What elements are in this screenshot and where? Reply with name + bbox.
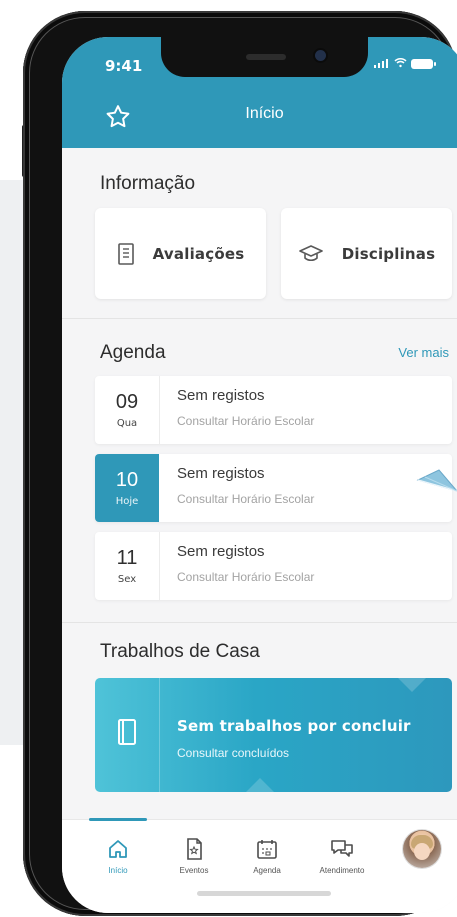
agenda-title: Agenda: [100, 342, 166, 363]
agenda-title-text: Sem registos: [177, 543, 265, 560]
homework-card-subtitle[interactable]: Consultar concluídos: [177, 746, 289, 760]
front-camera: [315, 50, 326, 61]
homework-icon-area: [95, 678, 160, 792]
status-time: 9:41: [105, 57, 143, 75]
status-icons: [374, 57, 436, 71]
phone-notch: [161, 37, 368, 77]
agenda-item[interactable]: 09 Qua Sem registos Consultar Horário Es…: [95, 376, 452, 444]
section-divider: [62, 318, 457, 319]
wifi-icon: [394, 57, 407, 71]
decorative-triangle: [398, 678, 426, 692]
information-title: Informação: [100, 173, 196, 194]
homework-card[interactable]: Sem trabalhos por concluir Consultar con…: [95, 678, 452, 792]
homework-card-title: Sem trabalhos por concluir: [177, 717, 411, 735]
agenda-item-today[interactable]: 10 Hoje Sem registos Consultar Horário E…: [95, 454, 452, 522]
chat-icon: [307, 837, 377, 861]
subjects-card[interactable]: Disciplinas: [281, 208, 452, 299]
agenda-date: 11 Sex: [95, 532, 160, 600]
agenda-item[interactable]: 11 Sex Sem registos Consultar Horário Es…: [95, 532, 452, 600]
home-icon: [83, 837, 153, 861]
assessments-label: Avaliações: [152, 244, 245, 263]
home-indicator: [197, 891, 331, 896]
agenda-weekday: Qua: [116, 418, 138, 429]
presentation-stage: 9:41 Início Informação Avaliações Discip…: [0, 0, 457, 917]
bottom-navigation: Início Eventos Agenda Atendimento: [62, 818, 457, 913]
nav-events[interactable]: Eventos: [159, 837, 229, 875]
agenda-content: Sem registos Consultar Horário Escolar: [177, 387, 442, 428]
app-screen: 9:41 Início Informação Avaliações Discip…: [62, 37, 457, 913]
nav-support[interactable]: Atendimento: [307, 837, 377, 875]
homework-title: Trabalhos de Casa: [100, 641, 260, 662]
book-icon: [115, 718, 139, 752]
avatar[interactable]: [403, 830, 441, 868]
see-more-link[interactable]: Ver mais: [398, 345, 449, 360]
agenda-content: Sem registos Consultar Horário Escolar: [177, 543, 442, 584]
active-tab-indicator: [89, 818, 147, 821]
nav-home[interactable]: Início: [83, 837, 153, 875]
signal-icon: [374, 57, 390, 71]
decorative-triangle: [246, 778, 274, 792]
nav-label: Atendimento: [319, 866, 365, 875]
cursor-icon: [416, 469, 457, 492]
phone-frame: 9:41 Início Informação Avaliações Discip…: [23, 11, 457, 916]
calendar-icon: [232, 837, 302, 861]
assessments-card[interactable]: Avaliações: [95, 208, 266, 299]
speaker-grill: [246, 54, 286, 60]
agenda-content: Sem registos Consultar Horário Escolar: [177, 465, 442, 506]
agenda-day-number: 11: [116, 547, 138, 569]
nav-label: Eventos: [179, 866, 209, 875]
battery-icon: [411, 59, 436, 69]
agenda-subtitle: Consultar Horário Escolar: [177, 414, 315, 428]
agenda-day-number: 10: [115, 469, 139, 491]
agenda-weekday: Hoje: [115, 496, 139, 507]
agenda-date-active: 10 Hoje: [95, 454, 159, 522]
nav-label: Agenda: [253, 866, 281, 875]
event-icon: [159, 837, 229, 861]
agenda-weekday: Sex: [117, 574, 137, 585]
agenda-subtitle: Consultar Horário Escolar: [177, 492, 315, 506]
agenda-title-text: Sem registos: [177, 387, 265, 404]
nav-agenda[interactable]: Agenda: [232, 837, 302, 875]
section-divider: [62, 622, 457, 623]
agenda-title-text: Sem registos: [177, 465, 265, 482]
graduation-cap-icon: [298, 244, 324, 264]
subjects-label: Disciplinas: [341, 244, 436, 263]
page-title: Início: [245, 105, 284, 122]
agenda-day-number: 09: [115, 391, 139, 413]
nav-label: Início: [108, 866, 128, 875]
document-icon: [117, 242, 135, 265]
agenda-subtitle: Consultar Horário Escolar: [177, 570, 315, 584]
agenda-date: 09 Qua: [95, 376, 160, 444]
